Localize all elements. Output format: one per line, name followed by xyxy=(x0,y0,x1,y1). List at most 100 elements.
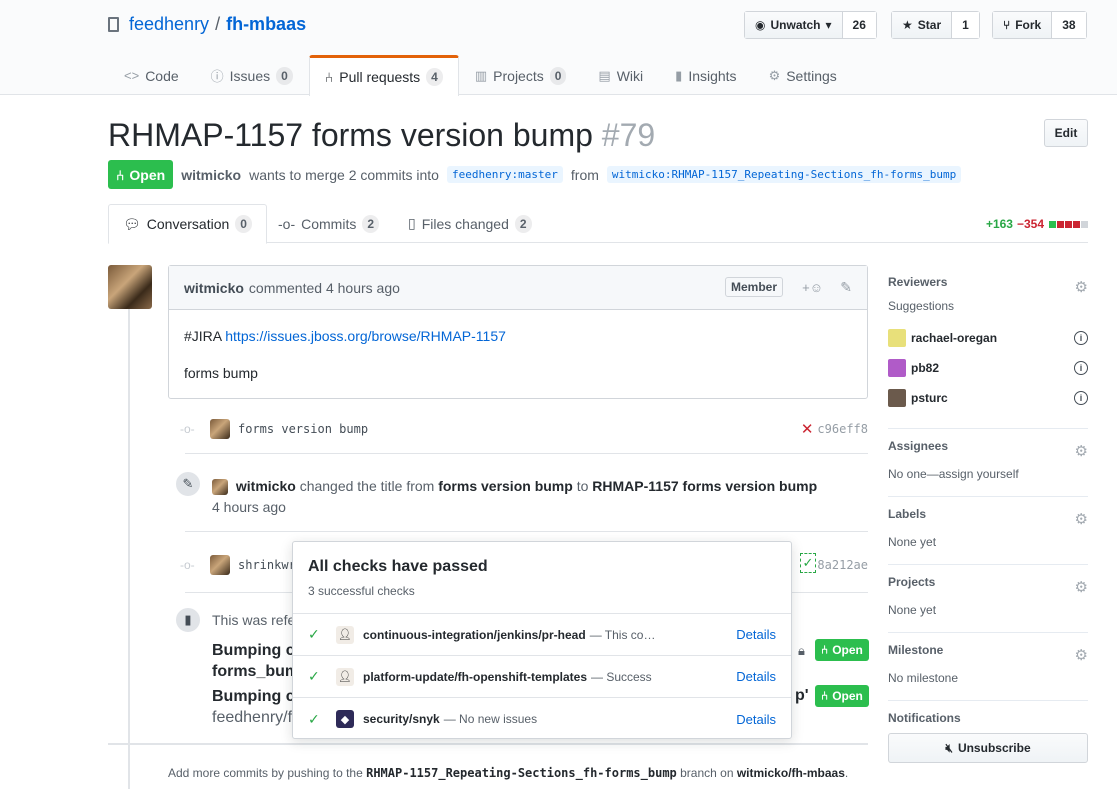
gear-icon[interactable]: ⚙ xyxy=(1075,510,1088,528)
reviewer-item[interactable]: pb82 i xyxy=(888,353,1088,383)
milestone-title[interactable]: Milestone xyxy=(888,643,1088,657)
assignees-title[interactable]: Assignees xyxy=(888,439,1088,453)
checks-popover: All checks have passed 3 successful chec… xyxy=(292,541,792,739)
checks-title: All checks have passed xyxy=(308,558,488,575)
jira-prefix: #JIRA xyxy=(184,328,222,344)
issues-counter: 0 xyxy=(276,66,293,85)
divider xyxy=(185,531,868,532)
pr-tabnav: 💬︎ Conversation 0 -o- Commits 2 ▯ Files chang… xyxy=(108,204,1088,244)
reference-title[interactable]: Bumping c xyxy=(212,688,295,706)
tab-wiki[interactable]: ▤ Wiki xyxy=(582,55,659,95)
push-repo[interactable]: witmicko/fh-mbaas xyxy=(737,766,845,780)
gear-icon[interactable]: ⚙ xyxy=(1075,278,1088,296)
tab-insights[interactable]: ▮ Insights xyxy=(659,55,752,95)
gear-icon[interactable]: ⚙ xyxy=(1075,442,1088,460)
commit-message[interactable]: forms version bump xyxy=(238,422,368,436)
diffstat-blocks xyxy=(1048,217,1088,231)
jira-link[interactable]: https://issues.jboss.org/browse/RHMAP-11… xyxy=(225,328,506,344)
tab-settings[interactable]: ⚙ Settings xyxy=(753,55,853,95)
reviewers-section: Reviewers ⚙ Suggestions rachael-oregan i… xyxy=(888,265,1088,429)
bookmark-icon: ▮ xyxy=(174,606,202,634)
reference-text: This was refe xyxy=(212,612,296,628)
watch-group: ◉ Unwatch ▾ 26 xyxy=(744,11,877,39)
base-branch[interactable]: feedhenry:master xyxy=(446,166,563,183)
diffstat-deletions: −354 xyxy=(1016,217,1044,231)
info-icon[interactable]: i xyxy=(1074,391,1088,405)
jenkins-icon: 👤︎ xyxy=(336,667,354,686)
from-text: from xyxy=(570,166,599,183)
edit-comment-icon[interactable]: ✎ xyxy=(840,279,852,296)
repo-title: feedhenry / fh-mbaas xyxy=(108,14,306,35)
avatar[interactable] xyxy=(108,265,152,309)
star-group: ★ Star 1 xyxy=(891,11,980,39)
tab-projects[interactable]: ▥ Projects 0 xyxy=(459,55,583,95)
reviewers-title[interactable]: Reviewers xyxy=(888,275,1088,289)
add-reaction-icon[interactable]: +☺ xyxy=(802,280,823,295)
pencil-icon: ✎ xyxy=(174,470,202,498)
rename-author[interactable]: witmicko xyxy=(236,478,296,494)
rename-time[interactable]: 4 hours ago xyxy=(212,499,286,515)
info-icon[interactable]: i xyxy=(1074,361,1088,375)
star-button[interactable]: ★ Star xyxy=(892,12,953,38)
tab-issues[interactable]: ⓘ Issues 0 xyxy=(195,55,309,95)
details-link[interactable]: Details xyxy=(736,712,776,727)
gear-icon[interactable]: ⚙ xyxy=(1075,578,1088,596)
repo-separator: / xyxy=(215,14,221,34)
fork-button[interactable]: ⑂ Fork xyxy=(993,12,1053,38)
gear-icon[interactable]: ⚙ xyxy=(1075,646,1088,664)
pull-request-icon: ⑃ xyxy=(821,689,829,703)
forks-count[interactable]: 38 xyxy=(1052,12,1086,38)
tab-files-changed[interactable]: ▯ Files changed 2 xyxy=(394,204,546,243)
reviewer-item[interactable]: rachael-oregan i xyxy=(888,323,1088,353)
reviewer-item[interactable]: psturc i xyxy=(888,383,1088,413)
avatar xyxy=(888,329,906,347)
gear-icon: ⚙ xyxy=(768,67,781,83)
edit-title-button[interactable]: Edit xyxy=(1044,119,1088,147)
pr-number: #79 xyxy=(601,117,656,153)
x-icon[interactable]: ✕ xyxy=(801,420,814,438)
tab-commits[interactable]: -o- Commits 2 xyxy=(264,204,393,243)
details-link[interactable]: Details xyxy=(736,669,776,684)
repo-nav: <> Code ⓘ Issues 0 ⑃ Pull requests 4 ▥ Project… xyxy=(108,55,853,96)
commit-sha: 8a212ae xyxy=(817,558,868,572)
commit-message[interactable]: shrinkwr xyxy=(238,558,296,572)
push-branch: RHMAP-1157_Repeating-Sections_fh-forms_b… xyxy=(366,766,677,780)
head-branch[interactable]: witmicko:RHMAP-1157_Repeating-Sections_f… xyxy=(606,166,962,183)
labels-title[interactable]: Labels xyxy=(888,507,1088,521)
assignees-value[interactable]: No one—assign yourself xyxy=(888,467,1019,481)
tab-pull-requests[interactable]: ⑃ Pull requests 4 xyxy=(308,55,459,96)
reference-state-badge: ⑃ Open xyxy=(815,639,869,661)
comment-time[interactable]: commented 4 hours ago xyxy=(249,280,400,296)
repo-owner-link[interactable]: feedhenry xyxy=(129,14,209,35)
commit-avatar[interactable] xyxy=(210,555,230,575)
tab-code[interactable]: <> Code xyxy=(108,55,195,95)
watchers-count[interactable]: 26 xyxy=(842,12,876,38)
pull-requests-counter: 4 xyxy=(426,68,443,86)
projects-title[interactable]: Projects xyxy=(888,575,1088,589)
comment-line: forms bump xyxy=(184,365,258,381)
repo-name-link[interactable]: fh-mbaas xyxy=(226,14,306,35)
unsubscribe-button[interactable]: 🔇︎ Unsubscribe xyxy=(888,733,1088,763)
event-avatar[interactable] xyxy=(212,479,228,496)
checks-subtitle: 3 successful checks xyxy=(308,584,415,598)
reference-repo[interactable]: feedhenry/fh xyxy=(212,709,301,727)
avatar xyxy=(888,389,906,407)
details-link[interactable]: Details xyxy=(736,627,776,642)
unwatch-button[interactable]: ◉ Unwatch ▾ xyxy=(745,12,843,38)
pr-title-text: RHMAP-1157 forms version bump xyxy=(108,117,593,153)
fork-icon: ⑂ xyxy=(1003,18,1011,32)
project-icon: ▥ xyxy=(474,67,488,83)
commit-avatar[interactable] xyxy=(210,419,230,439)
stars-count[interactable]: 1 xyxy=(952,12,979,38)
reference-title[interactable]: Bumping c xyxy=(212,642,295,660)
info-icon[interactable]: i xyxy=(1074,331,1088,345)
divider xyxy=(108,743,868,745)
pull-request-icon: ⑃ xyxy=(116,166,125,183)
comment-author[interactable]: witmicko xyxy=(184,280,249,296)
commit-sha: ✕ c96eff8 xyxy=(800,420,868,438)
tab-conversation[interactable]: 💬︎ Conversation 0 xyxy=(108,204,267,244)
reference-title[interactable]: forms_bum xyxy=(212,663,299,681)
pr-author-link[interactable]: witmicko xyxy=(181,167,241,183)
check-status-icon[interactable]: ✓ xyxy=(800,553,816,573)
check-description: — No new issues xyxy=(443,712,538,726)
